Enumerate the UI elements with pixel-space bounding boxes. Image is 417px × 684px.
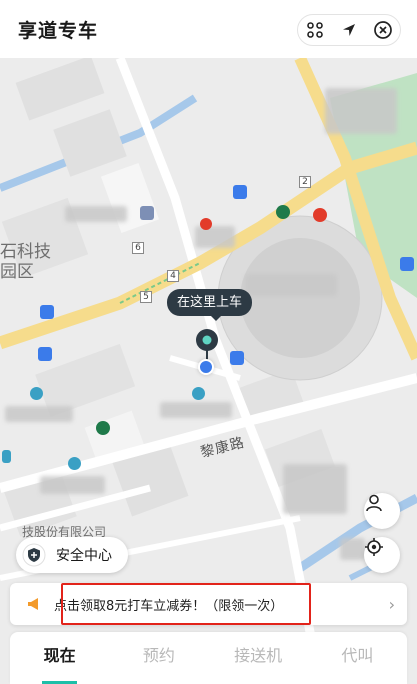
header-actions: [297, 14, 401, 46]
safety-center-button[interactable]: 安全中心: [16, 537, 128, 573]
blurred-label: [65, 206, 127, 222]
route-badge: 4: [167, 270, 179, 282]
more-icon[interactable]: [298, 15, 332, 45]
starbucks-icon[interactable]: [96, 421, 110, 435]
parking-icon[interactable]: [140, 206, 154, 220]
blurred-label: [283, 464, 347, 514]
poi-icon[interactable]: [192, 387, 205, 400]
blurred-label: [40, 476, 105, 494]
starbucks-icon[interactable]: [276, 205, 290, 219]
close-icon[interactable]: [366, 15, 400, 45]
user-button[interactable]: [364, 493, 400, 529]
app-header: 享道专车: [0, 0, 417, 58]
promo-banner[interactable]: 点击领取8元打车立减券！（限领一次） ›: [10, 583, 407, 625]
blurred-label: [5, 406, 73, 422]
route-badge: 5: [140, 291, 152, 303]
poi-icon[interactable]: [2, 450, 11, 463]
page-title: 享道专车: [18, 19, 99, 42]
navigation-icon[interactable]: [332, 15, 366, 45]
tab-airport[interactable]: 接送机: [209, 632, 308, 684]
pickup-tooltip[interactable]: 在这里上车: [167, 289, 253, 321]
ride-type-tabs: 现在 预约 接送机 代叫: [10, 632, 407, 684]
blurred-label: [195, 226, 235, 248]
megaphone-icon: [28, 598, 38, 610]
bus-stop-icon[interactable]: [38, 347, 52, 361]
blurred-label: [160, 402, 232, 418]
shield-icon: [22, 543, 46, 567]
tab-call-for-others[interactable]: 代叫: [308, 632, 407, 684]
safety-center-label: 安全中心: [56, 548, 112, 564]
relocate-button[interactable]: [364, 537, 400, 573]
tab-now[interactable]: 现在: [10, 632, 109, 684]
bus-stop-icon[interactable]: [233, 185, 247, 199]
user-icon: [366, 494, 382, 512]
poi-icon[interactable]: [30, 387, 43, 400]
area-label: 石科技 园区: [0, 242, 51, 282]
promo-text: 点击领取8元打车立减券！（限领一次）: [54, 598, 284, 614]
mcdonalds-icon[interactable]: [313, 208, 327, 222]
poi-icon[interactable]: [68, 457, 81, 470]
route-badge: 2: [299, 176, 311, 188]
blurred-label: [340, 538, 365, 560]
blurred-label: [325, 88, 397, 134]
current-location-dot: [198, 359, 214, 375]
blurred-label: [245, 274, 337, 296]
chevron-right-icon: ›: [388, 594, 395, 614]
tab-reserve[interactable]: 预约: [109, 632, 208, 684]
bus-stop-icon[interactable]: [40, 305, 54, 319]
bus-stop-icon[interactable]: [230, 351, 244, 365]
locate-icon: [365, 538, 383, 556]
metro-icon[interactable]: [200, 218, 212, 230]
bus-stop-icon[interactable]: [400, 257, 414, 271]
route-badge: 6: [132, 242, 144, 254]
